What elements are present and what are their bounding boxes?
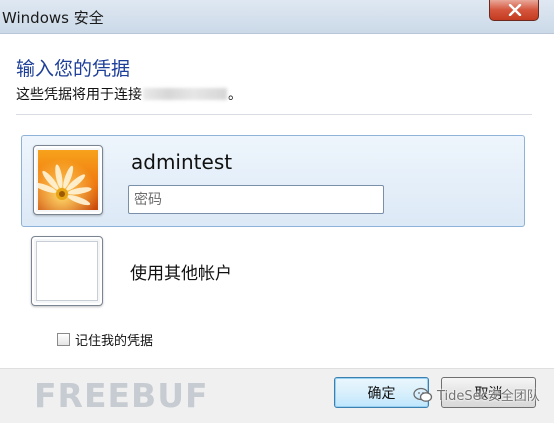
username-label: admintest — [131, 150, 233, 174]
wechat-watermark: TideSec安全团队 — [413, 385, 540, 404]
blank-avatar-icon — [36, 241, 98, 301]
connection-description: 这些凭据将用于连接 。 — [16, 84, 242, 104]
flower-avatar-icon — [38, 150, 98, 210]
avatar[interactable] — [33, 145, 103, 215]
title-bar[interactable]: Windows 安全 — [0, 0, 554, 34]
password-field[interactable] — [128, 185, 384, 214]
remember-label: 记住我的凭据 — [75, 334, 154, 349]
close-button[interactable] — [489, 0, 539, 21]
use-other-account-option[interactable]: 使用其他帐户 — [130, 259, 232, 284]
remember-checkbox[interactable] — [57, 333, 70, 346]
divider — [16, 114, 532, 115]
connection-text-end: 。 — [228, 87, 242, 103]
freebuf-watermark: FREEBUF — [34, 376, 209, 415]
credential-dialog: Windows 安全 输入您的凭据 这些凭据将用于连接 。 admintest … — [0, 0, 554, 423]
remember-credentials[interactable]: 记住我的凭据 — [57, 330, 153, 349]
window-title: Windows 安全 — [2, 9, 104, 27]
close-icon — [508, 4, 522, 16]
other-account-avatar[interactable] — [31, 236, 103, 306]
connection-text: 这些凭据将用于连接 — [16, 87, 142, 103]
redacted-target — [143, 88, 227, 100]
wechat-watermark-text: TideSec安全团队 — [437, 389, 540, 404]
dialog-heading: 输入您的凭据 — [16, 58, 131, 80]
wechat-icon — [413, 387, 433, 402]
